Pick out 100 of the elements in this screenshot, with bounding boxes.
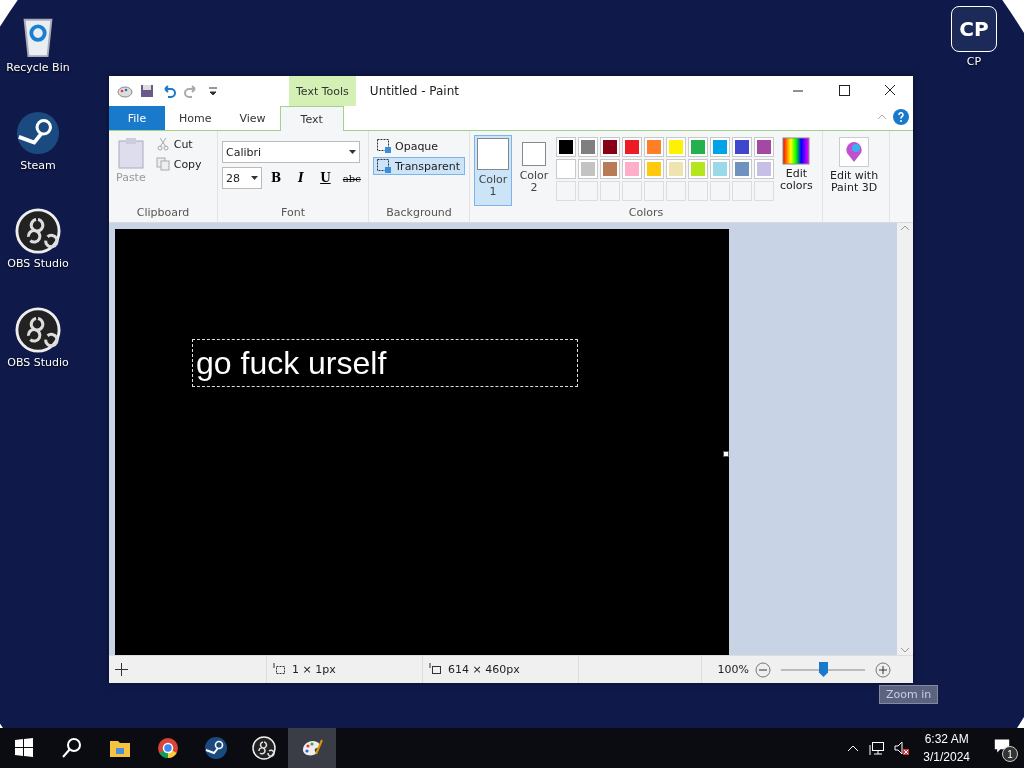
- palette-swatch[interactable]: [666, 137, 686, 157]
- font-size-dropdown[interactable]: 28: [222, 167, 262, 189]
- selection-size: 1 × 1px: [292, 663, 336, 676]
- undo-icon[interactable]: [161, 83, 177, 99]
- italic-button[interactable]: I: [290, 171, 312, 185]
- caret-icon: [349, 150, 356, 154]
- palette-swatch[interactable]: [666, 159, 686, 179]
- caret-icon: [250, 176, 258, 180]
- clock[interactable]: 6:32 AM 3/1/2024: [917, 730, 976, 766]
- palette-swatch[interactable]: [578, 137, 598, 157]
- chrome-icon: [156, 736, 180, 760]
- empty-swatch[interactable]: [688, 181, 708, 201]
- canvas-size: 614 × 460px: [448, 663, 520, 676]
- text-background-icon: [377, 139, 391, 153]
- zoom-level: 100%: [717, 663, 749, 676]
- palette-swatch[interactable]: [710, 137, 730, 157]
- paint-3d-button[interactable]: Edit with Paint 3D: [827, 135, 882, 206]
- font-family-dropdown[interactable]: Calibri: [222, 141, 360, 163]
- palette-swatch[interactable]: [644, 137, 664, 157]
- network-icon[interactable]: [869, 740, 886, 756]
- selection-size-icon: [273, 663, 286, 676]
- empty-swatch[interactable]: [666, 181, 686, 201]
- color-slot-button[interactable]: Color 1: [474, 135, 512, 206]
- ribbon-tab[interactable]: Text: [279, 106, 344, 131]
- search-icon: [60, 736, 84, 760]
- save-icon[interactable]: [139, 83, 155, 99]
- palette-swatch[interactable]: [578, 159, 598, 179]
- empty-swatch[interactable]: [600, 181, 620, 201]
- obs-icon[interactable]: [15, 208, 61, 254]
- zoom-out-button[interactable]: [755, 661, 771, 678]
- canvas-text[interactable]: go fuck urself: [192, 339, 578, 387]
- empty-swatch[interactable]: [622, 181, 642, 201]
- palette-swatch[interactable]: [556, 137, 576, 157]
- zoom-in-button[interactable]: [875, 661, 891, 678]
- edit-colors-button[interactable]: Edit colors: [777, 135, 816, 206]
- move-icon: [115, 663, 128, 676]
- steam-icon[interactable]: [15, 110, 61, 156]
- empty-swatch[interactable]: [710, 181, 730, 201]
- plus-circle-icon: [875, 661, 891, 678]
- obs-icon[interactable]: [15, 307, 61, 353]
- palette-swatch[interactable]: [754, 137, 774, 157]
- steam-icon: [204, 736, 228, 760]
- resize-handle[interactable]: [723, 451, 729, 457]
- ribbon-tab[interactable]: View: [225, 106, 280, 130]
- minus-circle-icon: [755, 661, 771, 678]
- palette-swatch[interactable]: [622, 159, 642, 179]
- palette-swatch[interactable]: [710, 159, 730, 179]
- start-icon: [12, 736, 36, 760]
- background-option[interactable]: Opaque: [373, 137, 465, 155]
- group-label: Background: [385, 206, 453, 221]
- palette-swatch[interactable]: [688, 137, 708, 157]
- notifications-button[interactable]: 1: [984, 728, 1024, 768]
- drawing-canvas[interactable]: go fuck urself: [115, 229, 729, 655]
- scroll-down-icon[interactable]: [900, 645, 910, 655]
- collapse-ribbon-icon[interactable]: [877, 112, 887, 120]
- obs-icon: [252, 736, 276, 760]
- ribbon-tab[interactable]: Home: [165, 106, 226, 130]
- desktop-icon-label[interactable]: Steam: [20, 159, 56, 172]
- palette-swatch[interactable]: [732, 137, 752, 157]
- redo-icon[interactable]: [183, 83, 199, 99]
- group-label: Clipboard: [135, 206, 191, 221]
- palette-swatch[interactable]: [754, 159, 774, 179]
- scroll-up-icon[interactable]: [900, 223, 910, 233]
- empty-swatch[interactable]: [578, 181, 598, 201]
- ribbon-tab[interactable]: File: [109, 106, 165, 130]
- clipboard-icon: [116, 137, 145, 169]
- zoom-slider-thumb[interactable]: [819, 662, 828, 677]
- copy-icon: [155, 157, 170, 171]
- empty-swatch[interactable]: [556, 181, 576, 201]
- empty-swatch[interactable]: [754, 181, 774, 201]
- help-icon[interactable]: [893, 109, 909, 125]
- palette-swatch[interactable]: [622, 137, 642, 157]
- underline-button[interactable]: U: [315, 171, 336, 185]
- palette-swatch[interactable]: [732, 159, 752, 179]
- palette-icon[interactable]: [117, 83, 133, 99]
- palette-swatch[interactable]: [556, 159, 576, 179]
- notification-count: 1: [1002, 746, 1018, 762]
- muted-speaker-icon[interactable]: [893, 740, 910, 756]
- palette-swatch[interactable]: [644, 159, 664, 179]
- palette-swatch[interactable]: [688, 159, 708, 179]
- bold-button[interactable]: B: [265, 171, 287, 185]
- color-slot-button[interactable]: Color 2: [515, 135, 553, 206]
- desktop-icon-label[interactable]: Recycle Bin: [6, 61, 70, 74]
- zoom-in-tooltip: Zoom in: [879, 685, 939, 704]
- strikethrough-button[interactable]: abc: [339, 172, 364, 184]
- contextual-tab-label: Text Tools: [289, 76, 356, 106]
- desktop-icon-label[interactable]: OBS Studio: [7, 356, 69, 369]
- desktop-icon-label[interactable]: OBS Studio: [7, 257, 69, 270]
- cp-logo-icon[interactable]: CP: [951, 6, 997, 52]
- window-title: Untitled - Paint: [369, 84, 460, 98]
- palette-swatch[interactable]: [600, 137, 620, 157]
- canvas-size-icon: [429, 663, 442, 676]
- taskbar-paint-button[interactable]: [288, 728, 336, 768]
- desktop-icon-label[interactable]: CP: [966, 55, 982, 68]
- empty-swatch[interactable]: [644, 181, 664, 201]
- group-label: Font: [280, 206, 306, 221]
- background-option[interactable]: Transparent: [373, 157, 465, 175]
- palette-swatch[interactable]: [600, 159, 620, 179]
- empty-swatch[interactable]: [732, 181, 752, 201]
- scissors-icon: [155, 137, 170, 151]
